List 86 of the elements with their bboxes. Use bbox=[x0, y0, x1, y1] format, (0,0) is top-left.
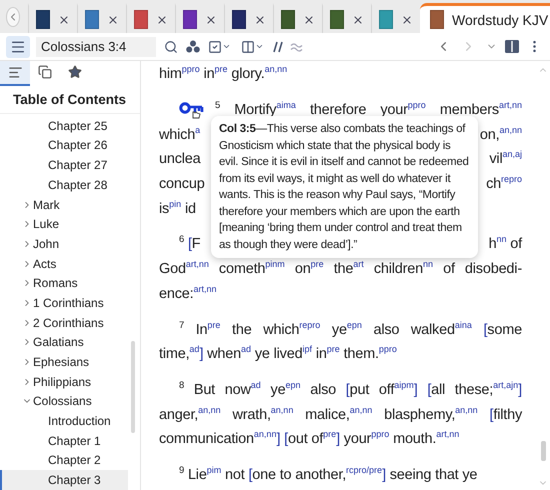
toc-item[interactable]: Chapter 2 bbox=[0, 450, 128, 470]
verse-text-fragment: $^{6}$ [F bbox=[178, 236, 200, 252]
toc-item[interactable]: Chapter 26 bbox=[0, 136, 128, 156]
verse-line: communication$^{an,nn}$] [out of$^{pre}$] your$^{ppro}$ mouth.$^{art,nn}$ bbox=[159, 431, 460, 448]
toc-item[interactable]: Ephesians bbox=[0, 352, 128, 372]
toc-item-label[interactable]: Mark bbox=[33, 198, 60, 212]
toc-item-label[interactable]: Ephesians bbox=[33, 355, 90, 370]
close-icon[interactable] bbox=[401, 14, 413, 26]
verse-text-fragment: on,$^{an,nn}$ bbox=[480, 126, 522, 143]
close-icon[interactable] bbox=[303, 14, 315, 26]
toc-item-label[interactable]: John bbox=[33, 236, 60, 251]
toc-item[interactable]: Introduction bbox=[0, 411, 128, 431]
verse-line: $^{5}$ Mortify$^{aima}$ therefore your$^{ppro}$ members$^{art,nn}$ bbox=[215, 102, 522, 118]
close-icon[interactable] bbox=[205, 14, 217, 26]
toc-item[interactable]: Luke bbox=[0, 214, 128, 234]
toc-item-label[interactable]: 2 Corinthians bbox=[33, 316, 104, 330]
toc-item[interactable]: 1 Corinthians bbox=[0, 293, 128, 313]
three-dots-cluster-icon[interactable] bbox=[186, 40, 200, 53]
reference-field[interactable]: Colossians 3:4 bbox=[36, 36, 156, 56]
verse-text-fragment: is$^{pin}$ id bbox=[159, 200, 196, 217]
toc-item[interactable]: 2 Corinthians bbox=[0, 312, 128, 332]
sidebar-tab[interactable] bbox=[0, 61, 30, 86]
verse-line: God$^{art,nn}$ cometh$^{pinm}$ on$^{pre}$ the$^{art}$ children$^{nn}$ of disobedi- bbox=[159, 261, 522, 278]
verse-text-fragment: vil$^{an,aj}$ bbox=[489, 151, 522, 168]
toc-item[interactable]: Chapter 3 bbox=[0, 470, 128, 490]
toc-item-label[interactable]: 1 Corinthians bbox=[33, 296, 104, 310]
close-icon[interactable] bbox=[352, 14, 364, 26]
verse-text-fragment: ch$^{repro}$ bbox=[486, 176, 522, 192]
toc-item[interactable]: Philippians bbox=[0, 372, 128, 392]
back-button[interactable] bbox=[6, 7, 20, 27]
verse-line: time,$^{ad}$] when$^{ad}$ ye lived$^{ipf}$ in$^{pre}$ them.$^{ppro}$ bbox=[159, 346, 398, 362]
menu-button[interactable] bbox=[6, 36, 30, 58]
toc-item-label[interactable]: Chapter 28 bbox=[48, 178, 108, 192]
verse-line: ence:$^{art,nn}$ bbox=[159, 286, 218, 302]
toc-item[interactable]: Chapter 28 bbox=[0, 175, 128, 195]
star-icon[interactable] bbox=[68, 65, 82, 80]
toc-item-label[interactable]: Chapter 25 bbox=[48, 118, 108, 133]
toc-item-label[interactable]: Chapter 27 bbox=[48, 158, 108, 172]
toc-item-label[interactable]: Galatians bbox=[33, 335, 84, 350]
toc-item-label[interactable]: Chapter 3 bbox=[48, 473, 101, 488]
verse-line: anger,$^{an,nn}$ wrath,$^{an,nn}$ malice,$^{an,nn}$ blasphemy,$^{an,nn}$ [filthy bbox=[159, 406, 522, 423]
verse-text-fragment: which$^{a}$ bbox=[159, 126, 200, 143]
toc-item[interactable]: Galatians bbox=[0, 332, 128, 352]
verse-line: him$^{ppro}$ in$^{pre}$ glory.$^{an,nn}$ bbox=[159, 66, 288, 82]
close-icon[interactable] bbox=[156, 14, 168, 26]
caret-icon[interactable] bbox=[222, 42, 231, 51]
verse-text-fragment: concup bbox=[159, 176, 205, 192]
toc-item[interactable]: Colossians bbox=[0, 392, 128, 412]
toc-item-label[interactable]: Chapter 26 bbox=[48, 138, 108, 152]
toc-item[interactable]: Chapter 25 bbox=[0, 116, 128, 136]
toc-item[interactable]: Mark bbox=[0, 194, 128, 214]
list-icon[interactable] bbox=[8, 64, 22, 80]
toc-item[interactable]: Romans bbox=[0, 273, 128, 294]
caret-icon[interactable] bbox=[255, 42, 264, 51]
toc-item-label[interactable]: Chapter 1 bbox=[48, 434, 101, 448]
tab-label[interactable]: Wordstudy KJV bbox=[452, 12, 548, 28]
commentary-text: Col 3:5—This verse also combats the teachings of Gnosticism which state that the physical body is evil. Since it is evil in itself and cannot be redeemed from its evil ways, it might as well do whatever it wants. This is the reason why Paul says, “Mortify therefore your members which are upon the earth [meaning ‘bring them under control and treat them as though they were dead’].” bbox=[219, 123, 469, 250]
verse-text-fragment: unclea bbox=[159, 151, 201, 168]
stacked-pages-icon[interactable] bbox=[38, 65, 52, 80]
scrollbar-thumb[interactable] bbox=[541, 441, 546, 461]
close-icon[interactable] bbox=[107, 14, 119, 26]
verse-line: $^{9}$ Lie$^{pim}$ not [one to another,$^{rcpro/pre}$] seeing that ye bbox=[179, 466, 478, 483]
toc-item-label[interactable]: Philippians bbox=[33, 374, 92, 389]
checkbox-icon[interactable] bbox=[208, 40, 222, 54]
toc-item-label[interactable]: Acts bbox=[33, 256, 56, 271]
toc-item[interactable]: Acts bbox=[0, 254, 128, 274]
columns-icon[interactable] bbox=[241, 40, 255, 54]
toc-item-label[interactable]: Introduction bbox=[48, 414, 111, 428]
close-icon[interactable] bbox=[254, 14, 266, 26]
toc-item[interactable]: Chapter 1 bbox=[0, 430, 128, 451]
verse-line: $^{7}$ In$^{pre}$ the which$^{repro}$ ye$^{epn}$ also walked$^{aina}$ [some bbox=[179, 322, 522, 338]
parallel-slashes-icon[interactable] bbox=[272, 40, 284, 52]
toc-item-label[interactable]: Chapter 2 bbox=[48, 453, 101, 468]
toc-item-label[interactable]: Romans bbox=[33, 276, 78, 290]
verse-line: $^{8}$ But now$^{ad}$ ye$^{epn}$ also [put off$^{aipm}$] [all these;$^{art,ajn}$] bbox=[179, 382, 522, 398]
toc-item-label[interactable]: Luke bbox=[33, 217, 60, 232]
panel-heading: Table of Contents bbox=[0, 86, 140, 114]
menu-icon[interactable] bbox=[10, 38, 26, 54]
scrollbar-thumb[interactable] bbox=[131, 341, 135, 433]
book-tab[interactable]: Wordstudy KJV bbox=[420, 3, 550, 33]
toc-item[interactable]: John bbox=[0, 234, 128, 254]
split-panel-icon[interactable] bbox=[505, 40, 519, 53]
toc-item[interactable]: Chapter 27 bbox=[0, 155, 128, 175]
toc-item-label[interactable]: Colossians bbox=[33, 394, 92, 408]
verse-text-fragment: h$^{nn}$ of bbox=[488, 236, 522, 252]
close-icon[interactable] bbox=[58, 14, 70, 26]
